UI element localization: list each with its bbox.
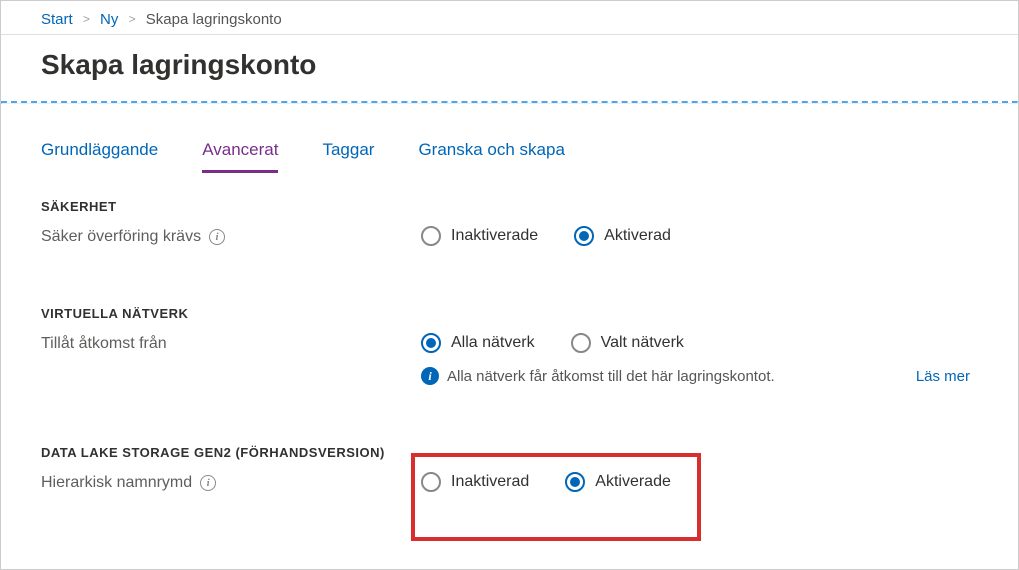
radio-icon (574, 226, 594, 246)
allow-access-selected-radio[interactable]: Valt nätverk (571, 333, 684, 353)
breadcrumb: Start > Ny > Skapa lagringskonto (1, 1, 1018, 35)
radio-label: Alla nätverk (451, 334, 535, 352)
allow-access-label: Tillåt åtkomst från (41, 335, 167, 353)
radio-icon (571, 333, 591, 353)
page-title: Skapa lagringskonto (1, 35, 1018, 101)
info-icon[interactable]: i (209, 229, 225, 245)
radio-icon (565, 472, 585, 492)
info-icon: i (421, 367, 439, 385)
tab-tags[interactable]: Taggar (322, 140, 374, 173)
learn-more-link[interactable]: Läs mer (916, 368, 970, 385)
tab-advanced[interactable]: Avancerat (202, 140, 278, 173)
secure-transfer-enabled-radio[interactable]: Aktiverad (574, 226, 671, 246)
secure-transfer-disabled-radio[interactable]: Inaktiverade (421, 226, 538, 246)
radio-label: Inaktiverade (451, 227, 538, 245)
radio-label: Valt nätverk (601, 334, 684, 352)
hns-disabled-radio[interactable]: Inaktiverad (421, 472, 529, 492)
breadcrumb-new[interactable]: Ny (100, 11, 118, 28)
chevron-right-icon: > (123, 12, 142, 26)
tab-basics[interactable]: Grundläggande (41, 140, 158, 173)
tab-review-create[interactable]: Granska och skapa (418, 140, 564, 173)
radio-label: Aktiverade (595, 473, 671, 491)
allow-access-all-radio[interactable]: Alla nätverk (421, 333, 535, 353)
info-icon[interactable]: i (200, 475, 216, 491)
hns-label: Hierarkisk namnrymd (41, 474, 192, 492)
radio-label: Inaktiverad (451, 473, 529, 491)
allow-access-info-text: Alla nätverk får åtkomst till det här la… (447, 368, 775, 385)
breadcrumb-current: Skapa lagringskonto (146, 11, 282, 28)
breadcrumb-start[interactable]: Start (41, 11, 73, 28)
secure-transfer-label: Säker överföring krävs (41, 228, 201, 246)
chevron-right-icon: > (77, 12, 96, 26)
section-vnet-title: VIRTUELLA NÄTVERK (41, 306, 978, 321)
section-adls-title: DATA LAKE STORAGE GEN2 (FÖRHANDSVERSION) (41, 445, 978, 460)
radio-icon (421, 472, 441, 492)
hns-enabled-radio[interactable]: Aktiverade (565, 472, 671, 492)
radio-icon (421, 226, 441, 246)
tabs: Grundläggande Avancerat Taggar Granska o… (41, 104, 978, 173)
section-security-title: SÄKERHET (41, 199, 978, 214)
radio-icon (421, 333, 441, 353)
radio-label: Aktiverad (604, 227, 671, 245)
